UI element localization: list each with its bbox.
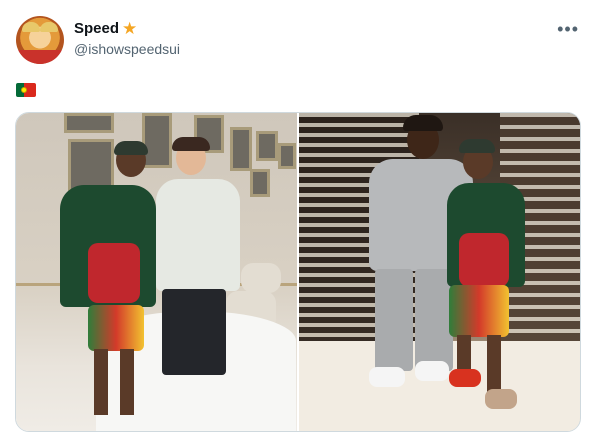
chair xyxy=(241,263,281,293)
photo-1[interactable] xyxy=(16,113,297,431)
more-options-icon[interactable]: ••• xyxy=(557,20,579,38)
author-name-row: Speed ★ xyxy=(74,20,137,37)
avatar-decoration xyxy=(16,50,64,64)
author-avatar[interactable] xyxy=(16,16,64,64)
wall-frame xyxy=(230,127,252,171)
photo-2[interactable] xyxy=(299,113,580,431)
wall-frame xyxy=(250,169,270,197)
avatar-decoration xyxy=(40,22,58,32)
portugal-flag-icon xyxy=(16,83,36,97)
wall-frame xyxy=(64,113,114,133)
wall-frame xyxy=(142,113,172,168)
wall-frame xyxy=(278,143,296,169)
author-display-name[interactable]: Speed xyxy=(74,20,119,37)
media-grid xyxy=(15,112,581,432)
avatar-decoration xyxy=(22,22,40,32)
author-handle[interactable]: @ishowspeedsui xyxy=(74,41,180,57)
star-icon: ★ xyxy=(122,19,138,38)
wall-frame xyxy=(256,131,278,161)
